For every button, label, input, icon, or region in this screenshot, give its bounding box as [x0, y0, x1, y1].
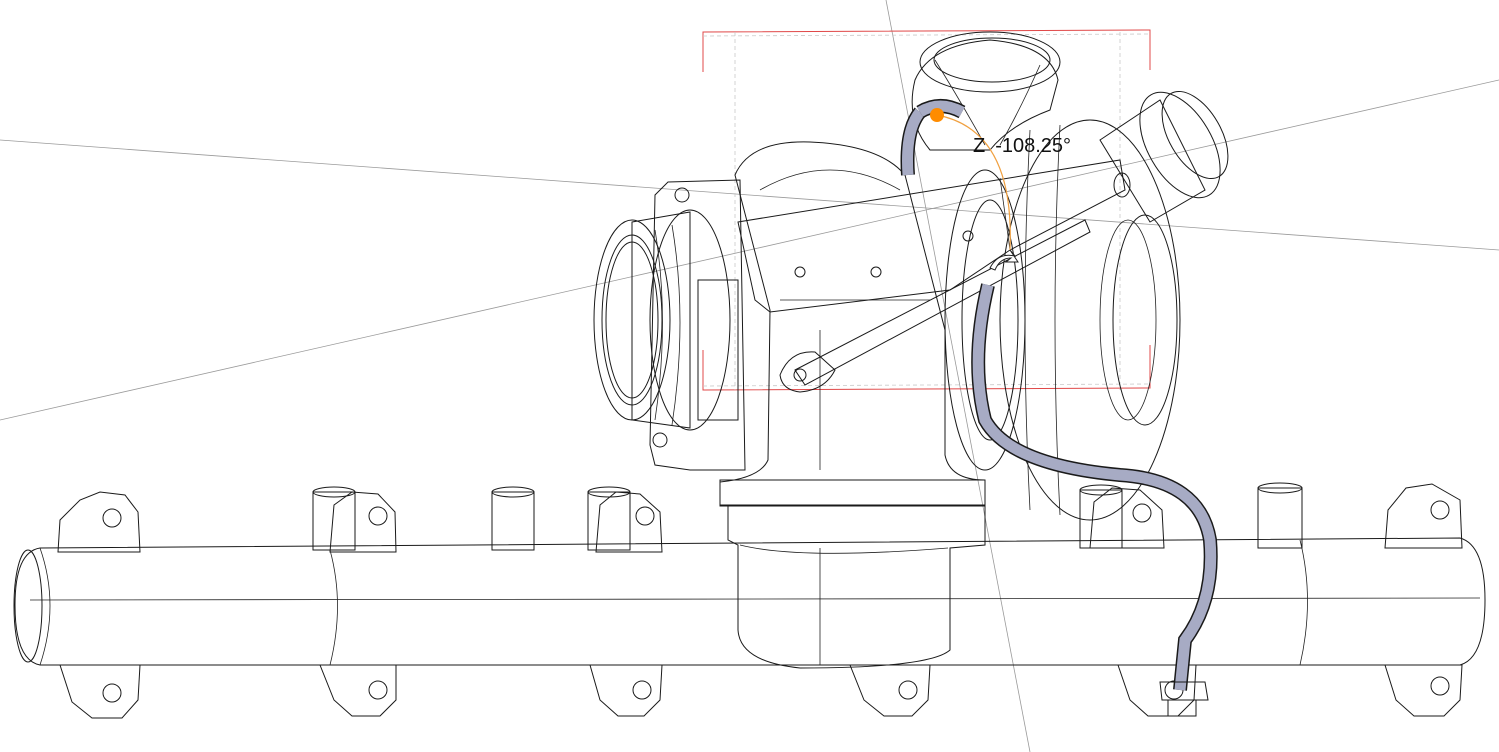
rotation-axis-label: Z — [973, 135, 985, 157]
manifold-top-flanges — [57, 482, 1463, 553]
reference-axes — [0, 0, 1499, 752]
turbine-housing — [649, 141, 986, 507]
actuator-rod — [794, 219, 1091, 386]
exhaust-manifold[interactable] — [13, 482, 1486, 719]
rotation-gizmo[interactable]: Z -108.25° — [930, 108, 1071, 271]
rotation-angle-value: -108.25° — [995, 135, 1071, 157]
compressor-inlet — [911, 31, 1061, 151]
3d-viewport[interactable]: Z -108.25° — [0, 0, 1499, 752]
manifold-elbow — [727, 504, 986, 669]
rotation-handle[interactable] — [930, 108, 944, 122]
turbine-outlet — [593, 209, 731, 431]
actuator-canister — [1099, 90, 1229, 223]
model-canvas[interactable]: Z -108.25° — [0, 0, 1499, 752]
turbocharger[interactable] — [593, 31, 1181, 521]
manifold-bottom-flanges — [59, 664, 1463, 719]
manifold-runner — [14, 537, 1486, 666]
